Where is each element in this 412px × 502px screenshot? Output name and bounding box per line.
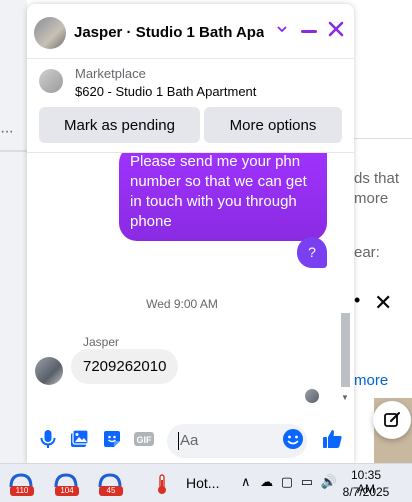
photo-icon xyxy=(71,429,89,447)
sticker-icon xyxy=(104,431,120,447)
background-divider xyxy=(0,150,27,152)
clock-date[interactable]: 8/7/2025 xyxy=(340,485,392,499)
minimize-icon xyxy=(301,30,317,33)
like-button[interactable] xyxy=(321,428,343,450)
notification-badge: 110 xyxy=(10,486,34,496)
camera-icon[interactable]: ▢ xyxy=(281,474,293,489)
message-list[interactable]: Please send me your phn number so that w… xyxy=(27,153,354,408)
close-icon[interactable]: ✕ xyxy=(374,290,392,316)
photo-button[interactable] xyxy=(68,428,90,450)
chat-window: Jasper · Studio 1 Bath Apartment Marketp… xyxy=(27,4,354,463)
avatar[interactable] xyxy=(35,357,63,385)
outgoing-message[interactable]: ? xyxy=(297,237,327,268)
taskbar-app-icon[interactable]: 104 xyxy=(52,471,80,496)
volume-icon[interactable]: 🔊 xyxy=(321,474,337,489)
system-tray[interactable]: ∧ ☁ ▢ ▭ 🔊 xyxy=(241,474,337,490)
cloud-icon[interactable]: ☁ xyxy=(260,474,273,489)
sender-name: Jasper xyxy=(83,335,120,349)
listing-title: $620 - Studio 1 Bath Apartment xyxy=(75,84,257,99)
message-input-placeholder: Aa xyxy=(180,432,199,449)
taskbar: 110 104 45 Hot... ∧ ☁ ▢ ▭ 🔊 10:35 AM 8/7… xyxy=(0,463,412,502)
thumbs-up-icon xyxy=(323,430,342,448)
avatar[interactable] xyxy=(34,17,66,49)
notification-badge: 45 xyxy=(99,486,123,496)
marketplace-listing[interactable]: Marketplace $620 - Studio 1 Bath Apartme… xyxy=(27,59,354,107)
outgoing-message[interactable]: Please send me your phn number so that w… xyxy=(119,153,327,241)
chevron-down-icon[interactable] xyxy=(276,23,288,38)
incoming-message[interactable]: 7209262010 xyxy=(71,349,179,384)
chevron-up-icon[interactable]: ∧ xyxy=(241,474,251,489)
taskbar-app-icon[interactable]: 45 xyxy=(96,471,124,496)
close-icon xyxy=(328,21,344,37)
listing-thumbnail xyxy=(39,69,63,93)
notification-badge: 104 xyxy=(55,486,79,496)
emoji-button[interactable] xyxy=(282,428,304,450)
scrollbar-thumb[interactable] xyxy=(341,313,350,387)
more-options-button[interactable]: More options xyxy=(204,107,342,143)
svg-text:GIF: GIF xyxy=(137,435,153,445)
weather-label[interactable]: Hot... xyxy=(186,475,219,491)
scrollbar[interactable]: ▼ xyxy=(339,153,351,408)
mark-as-pending-button[interactable]: Mark as pending xyxy=(39,107,200,143)
see-more-link[interactable]: more xyxy=(354,372,388,389)
message-timestamp: Wed 9:00 AM xyxy=(146,297,218,311)
background-text: ear: xyxy=(354,244,380,261)
marketplace-label: Marketplace xyxy=(75,66,146,81)
background-text: more xyxy=(354,190,389,207)
new-message-button[interactable] xyxy=(373,401,411,439)
message-composer: GIF Aa xyxy=(27,412,354,463)
chat-header[interactable]: Jasper · Studio 1 Bath Apartment xyxy=(27,4,354,59)
sticker-button[interactable] xyxy=(101,428,123,450)
gif-icon: GIF xyxy=(134,432,154,446)
gif-button[interactable]: GIF xyxy=(133,428,155,450)
minimize-button[interactable] xyxy=(301,19,319,41)
background-divider xyxy=(354,138,412,139)
compose-icon xyxy=(384,412,400,427)
background-page-left xyxy=(0,0,27,463)
background-page-right: ds that more ear: • ✕ more xyxy=(354,0,412,463)
network-icon[interactable]: ▭ xyxy=(301,474,313,489)
close-chat-button[interactable] xyxy=(327,20,347,40)
taskbar-app-icon[interactable]: 110 xyxy=(7,471,35,496)
thermometer-icon[interactable] xyxy=(155,473,169,498)
background-text: ds that xyxy=(354,170,400,187)
read-receipt-avatar xyxy=(305,389,319,403)
microphone-icon xyxy=(40,430,56,448)
microphone-button[interactable] xyxy=(37,428,59,450)
more-dots-icon[interactable]: ··· xyxy=(0,123,14,141)
chat-title[interactable]: Jasper · Studio 1 Bath Apartment xyxy=(74,24,264,41)
scroll-down-arrow-icon[interactable]: ▼ xyxy=(341,393,349,402)
emoji-icon xyxy=(283,429,303,449)
text-caret xyxy=(178,432,179,450)
dot-icon: • xyxy=(354,290,361,310)
